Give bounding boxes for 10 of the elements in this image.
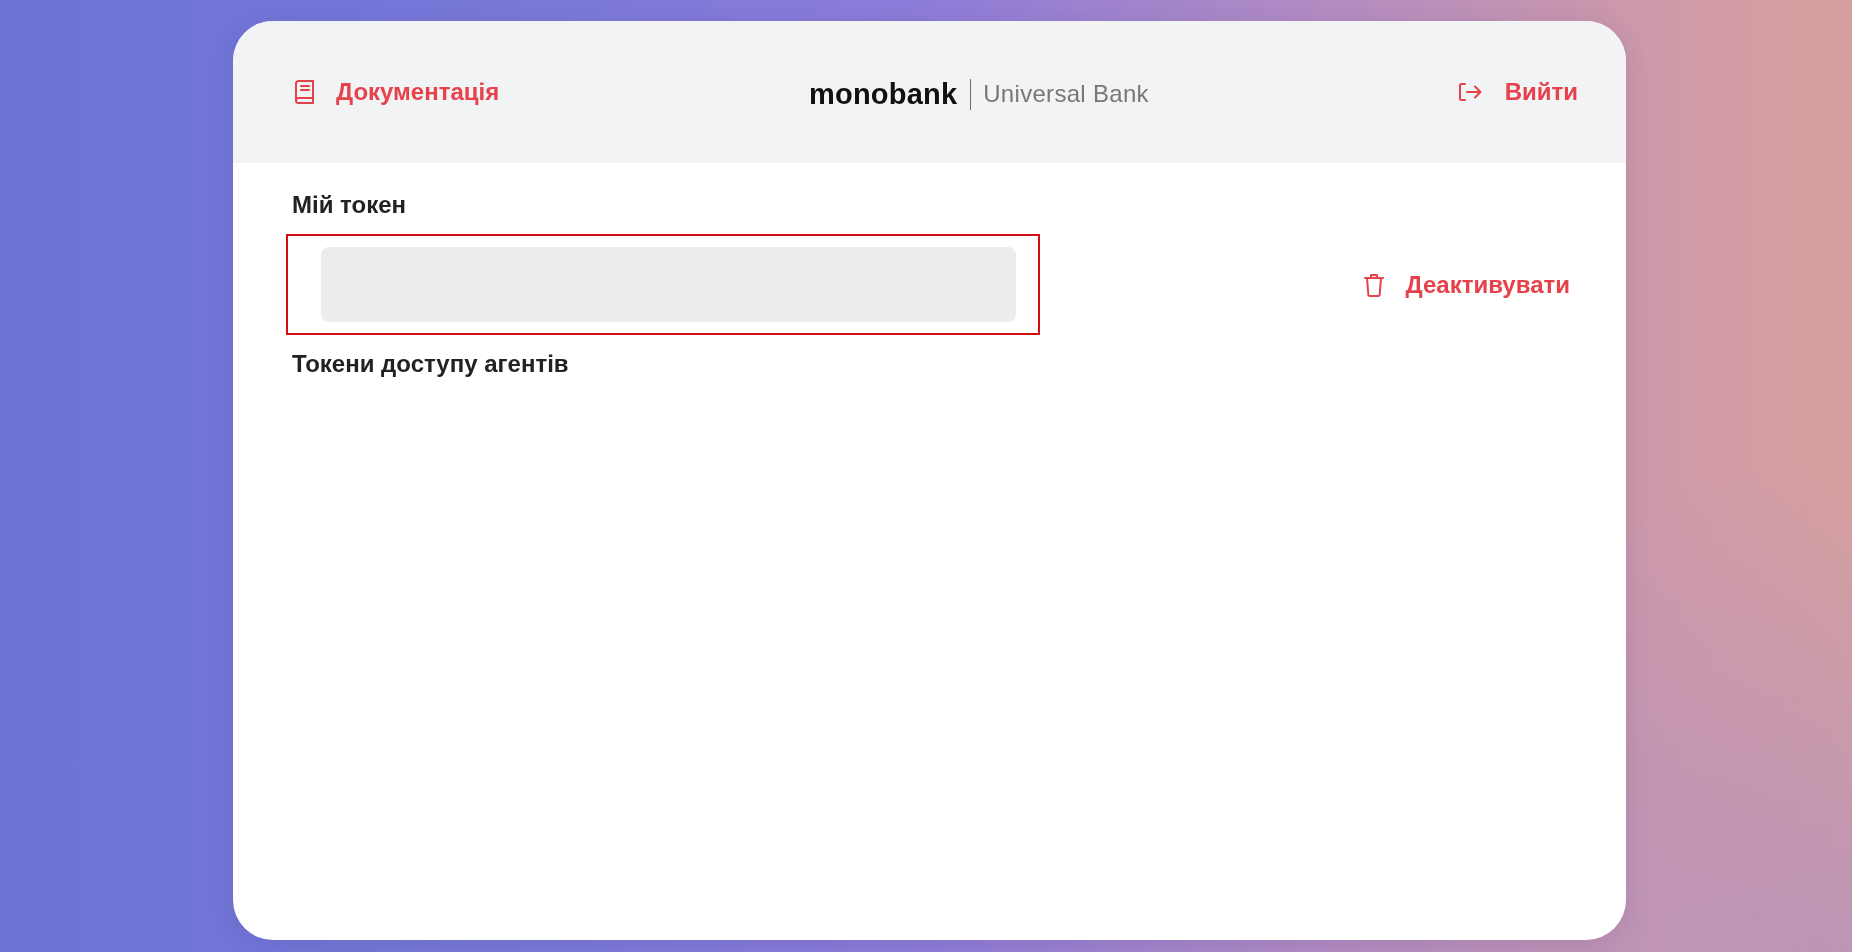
logout-link[interactable]: Вийти (1458, 78, 1578, 106)
deactivate-button[interactable]: Деактивувати (1363, 270, 1570, 299)
logo-subtitle: Universal Bank (983, 80, 1149, 108)
logout-icon (1458, 83, 1482, 101)
brand-logo: monobank (809, 77, 958, 111)
book-icon (293, 80, 315, 104)
trash-icon (1363, 272, 1384, 297)
documentation-link[interactable]: Документація (293, 78, 500, 106)
section-title: Токени доступу агентів (292, 350, 569, 378)
section-title: Мій токен (292, 191, 407, 219)
